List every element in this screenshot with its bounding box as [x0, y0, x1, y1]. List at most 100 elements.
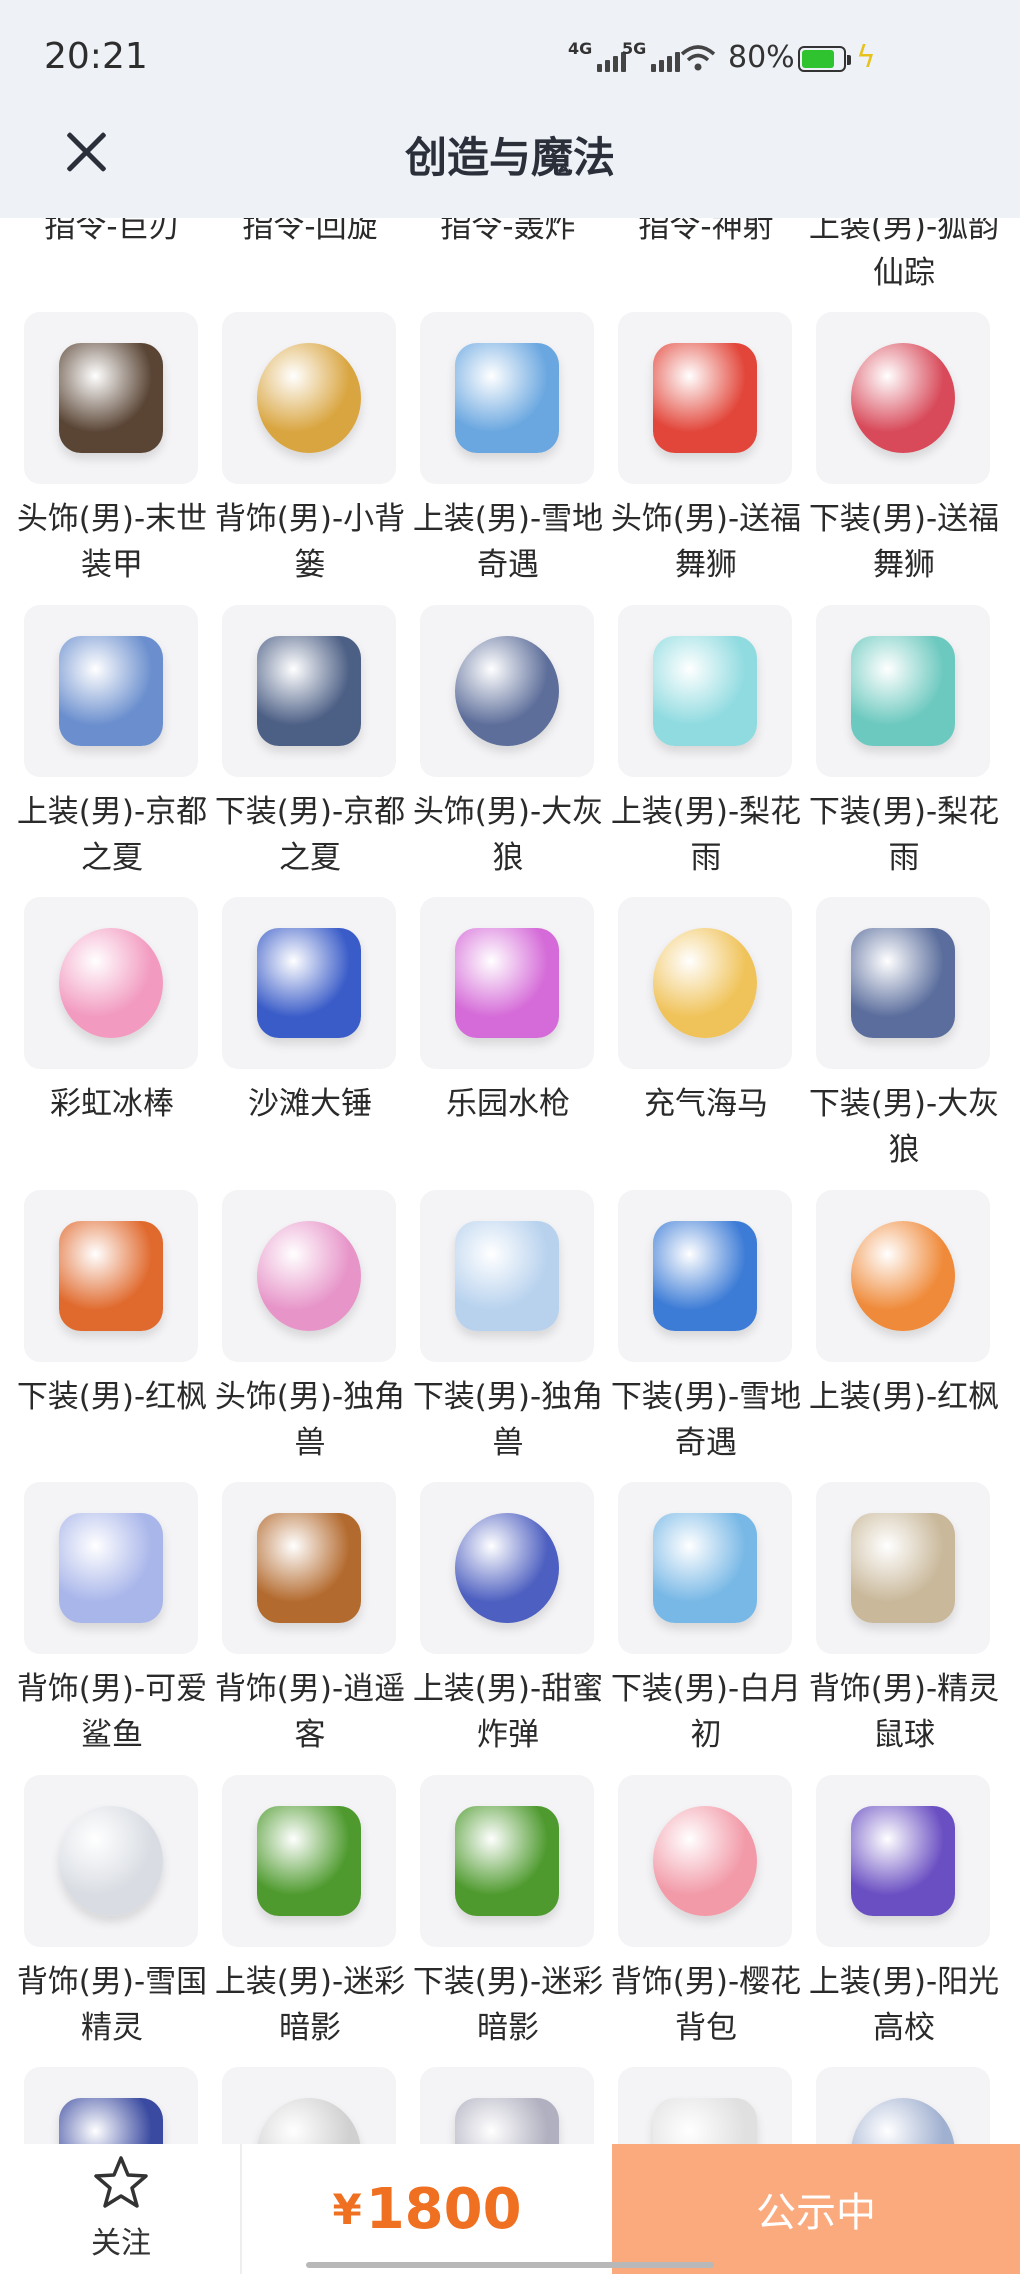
item-label: 下装(男)-京都之夏	[214, 794, 406, 876]
item-label: 乐园水枪	[446, 1086, 570, 1122]
lion-dance-icon	[653, 343, 757, 453]
item-label: 头饰(男)-大灰狼	[412, 794, 604, 876]
follow-label: 关注	[91, 2226, 151, 2261]
item-thumbnail	[618, 312, 792, 484]
item-card[interactable]: 上装(男)-雪地奇遇	[409, 312, 607, 602]
follow-button[interactable]: 关注	[0, 2144, 242, 2274]
item-card[interactable]: 上装(男)-甜蜜炸弹	[409, 1482, 607, 1772]
item-card[interactable]: 乐园水枪	[409, 897, 607, 1187]
bow-icon	[653, 928, 757, 1038]
item-label: 背饰(男)-樱花背包	[610, 1964, 802, 2046]
signal-5g-icon: 5G	[622, 39, 681, 72]
item-card[interactable]	[409, 2067, 607, 2144]
item-thumbnail	[618, 1190, 792, 1362]
item-label: 上装(男)-阳光高校	[808, 1964, 1000, 2046]
pants-icon	[653, 1513, 757, 1623]
hammer-icon	[257, 928, 361, 1038]
item-card[interactable]: 头饰(男)-独角兽	[211, 1190, 409, 1480]
item-label: 下装(男)-白月初	[610, 1671, 802, 1753]
item-card[interactable]: 彩虹冰棒	[13, 897, 211, 1187]
currency-symbol: ¥	[332, 2184, 362, 2234]
pants-icon	[851, 343, 955, 453]
item-card[interactable]: 沙滩大锤	[211, 897, 409, 1187]
status-button[interactable]: 公示中	[612, 2144, 1020, 2274]
pants-icon	[851, 928, 955, 1038]
item-card[interactable]: 指令-神射	[607, 218, 805, 310]
item-label: 下装(男)-梨花雨	[808, 794, 1000, 876]
wifi-icon	[680, 45, 716, 71]
item-card[interactable]: 上装(男)-狐韵仙踪	[805, 218, 1003, 310]
item-card[interactable]: 下装(男)-白月初	[607, 1482, 805, 1772]
item-card[interactable]: 背饰(男)-小背篓	[211, 312, 409, 602]
bottom-bar: 关注 ¥ 1800 公示中	[0, 2144, 1020, 2274]
item-icon	[653, 2098, 757, 2144]
item-thumbnail	[24, 1482, 198, 1654]
item-card[interactable]: 下装(男)-梨花雨	[805, 605, 1003, 895]
item-card[interactable]: 上装(男)-红枫	[805, 1190, 1003, 1480]
item-card[interactable]: 背饰(男)-逍遥客	[211, 1482, 409, 1772]
item-card[interactable]: 背饰(男)-可爱鲨鱼	[13, 1482, 211, 1772]
item-label: 上装(男)-甜蜜炸弹	[412, 1671, 604, 1753]
shoes-icon	[455, 1221, 559, 1331]
item-label: 上装(男)-红枫	[808, 1379, 1000, 1415]
item-label: 头饰(男)-末世装甲	[16, 501, 208, 583]
armor-helmet-icon	[59, 343, 163, 453]
star-icon	[94, 2156, 148, 2208]
item-card[interactable]: 下装(男)-红枫	[13, 1190, 211, 1480]
item-card[interactable]: 背饰(男)-雪国精灵	[13, 1775, 211, 2065]
item-card[interactable]: 头饰(男)-大灰狼	[409, 605, 607, 895]
price-amount: 1800	[365, 2176, 522, 2242]
item-card[interactable]: 上装(男)-梨花雨	[607, 605, 805, 895]
item-card[interactable]: 指令-回旋	[211, 218, 409, 310]
item-label: 下装(男)-雪地奇遇	[610, 1379, 802, 1461]
item-thumbnail	[222, 1482, 396, 1654]
item-thumbnail	[24, 312, 198, 484]
battery-icon	[798, 46, 851, 72]
item-thumbnail	[222, 1775, 396, 1947]
item-card[interactable]	[211, 2067, 409, 2144]
item-thumbnail	[420, 2067, 594, 2144]
item-card[interactable]: 上装(男)-迷彩暗影	[211, 1775, 409, 2065]
item-thumbnail	[816, 1482, 990, 1654]
item-card[interactable]: 指令-轰炸	[409, 218, 607, 310]
item-card[interactable]: 下装(男)-雪地奇遇	[607, 1190, 805, 1480]
item-card[interactable]: 上装(男)-京都之夏	[13, 605, 211, 895]
item-label: 下装(男)-大灰狼	[808, 1086, 1000, 1168]
item-label: 指令-轰炸	[440, 218, 576, 245]
flower-basket-icon	[257, 343, 361, 453]
wing-icon	[59, 1806, 163, 1916]
item-card[interactable]: 下装(男)-送福舞狮	[805, 312, 1003, 602]
item-card[interactable]: 充气海马	[607, 897, 805, 1187]
item-thumbnail	[222, 312, 396, 484]
item-card[interactable]: 头饰(男)-送福舞狮	[607, 312, 805, 602]
top-bar: 20:21 4G 5G 80% ϟ 创造与魔法	[0, 0, 1020, 218]
item-card[interactable]	[13, 2067, 211, 2144]
item-card[interactable]	[607, 2067, 805, 2144]
item-card[interactable]: 头饰(男)-末世装甲	[13, 312, 211, 602]
item-grid: 指令-巨刃 指令-回旋 指令-轰炸 指令-神射 上装(男)-狐韵仙踪头饰(男)-末世装甲…	[0, 218, 1020, 2144]
item-card[interactable]: 下装(男)-独角兽	[409, 1190, 607, 1480]
item-thumbnail	[816, 1775, 990, 1947]
item-thumbnail	[24, 605, 198, 777]
item-label: 背饰(男)-小背篓	[214, 501, 406, 583]
item-label: 头饰(男)-送福舞狮	[610, 501, 802, 583]
shark-icon	[59, 1513, 163, 1623]
item-card[interactable]: 上装(男)-阳光高校	[805, 1775, 1003, 2065]
item-card[interactable]: 下装(男)-迷彩暗影	[409, 1775, 607, 2065]
water-gun-icon	[455, 928, 559, 1038]
price: ¥ 1800	[242, 2144, 612, 2274]
item-label: 背饰(男)-精灵鼠球	[808, 1671, 1000, 1753]
item-card[interactable]: 背饰(男)-樱花背包	[607, 1775, 805, 2065]
item-icon	[257, 2098, 361, 2144]
item-card[interactable]: 下装(男)-大灰狼	[805, 897, 1003, 1187]
item-thumbnail	[222, 2067, 396, 2144]
item-label: 背饰(男)-逍遥客	[214, 1671, 406, 1753]
item-thumbnail	[816, 897, 990, 1069]
item-card[interactable]: 下装(男)-京都之夏	[211, 605, 409, 895]
item-card[interactable]: 背饰(男)-精灵鼠球	[805, 1482, 1003, 1772]
item-label: 上装(男)-雪地奇遇	[412, 501, 604, 583]
boots-icon	[851, 636, 955, 746]
item-card[interactable]	[805, 2067, 1003, 2144]
item-thumbnail	[420, 897, 594, 1069]
item-card[interactable]: 指令-巨刃	[13, 218, 211, 310]
